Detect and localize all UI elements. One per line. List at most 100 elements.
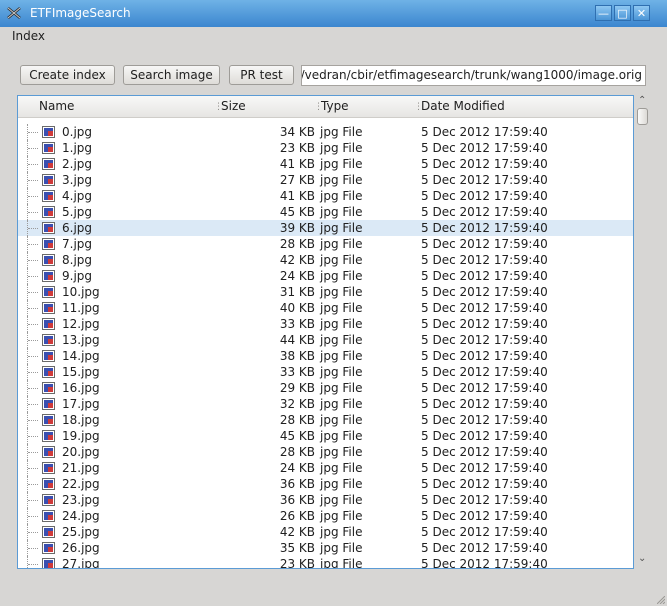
table-row[interactable]: 1.jpg 23 KB jpg File 5 Dec 2012 17:59:40 [18,140,633,156]
table-row[interactable]: 24.jpg 26 KB jpg File 5 Dec 2012 17:59:40 [18,508,633,524]
table-row[interactable]: 8.jpg 42 KB jpg File 5 Dec 2012 17:59:40 [18,252,633,268]
close-button[interactable]: ✕ [633,5,650,21]
table-row[interactable]: 26.jpg 35 KB jpg File 5 Dec 2012 17:59:40 [18,540,633,556]
cell-size: 28 KB [279,413,315,427]
image-file-icon [42,318,55,330]
cell-size: 41 KB [279,189,315,203]
table-row[interactable]: 27.jpg 23 KB jpg File 5 Dec 2012 17:59:40 [18,556,633,569]
cell-type: jpg File [320,269,363,283]
cell-type: jpg File [320,349,363,363]
cell-size: 36 KB [279,477,315,491]
cell-date-modified: 5 Dec 2012 17:59:40 [421,509,548,523]
image-file-icon [42,254,55,266]
cell-name: 9.jpg [62,269,93,283]
tree-branch-icon [27,508,39,524]
etf-tools-icon [7,7,21,19]
image-file-icon [42,542,55,554]
minimize-button[interactable]: — [595,5,612,21]
tree-branch-icon [27,524,39,540]
cell-date-modified: 5 Dec 2012 17:59:40 [421,365,548,379]
pr-test-button[interactable]: PR test [229,65,294,85]
tree-branch-icon [27,236,39,252]
title-bar[interactable]: ETFImageSearch — □ ✕ [0,0,667,27]
vertical-scrollbar[interactable]: ⌃ ⌄ [635,95,651,569]
table-row[interactable]: 17.jpg 32 KB jpg File 5 Dec 2012 17:59:40 [18,396,633,412]
cell-type: jpg File [320,525,363,539]
table-row[interactable]: 10.jpg 31 KB jpg File 5 Dec 2012 17:59:40 [18,284,633,300]
cell-size: 32 KB [279,397,315,411]
column-header-date[interactable]: Date Modified [421,99,505,113]
image-file-icon [42,398,55,410]
cell-type: jpg File [320,205,363,219]
table-row[interactable]: 18.jpg 28 KB jpg File 5 Dec 2012 17:59:40 [18,412,633,428]
create-index-button[interactable]: Create index [20,65,115,85]
cell-type: jpg File [320,477,363,491]
cell-name: 19.jpg [62,429,100,443]
cell-date-modified: 5 Dec 2012 17:59:40 [421,461,548,475]
table-row[interactable]: 23.jpg 36 KB jpg File 5 Dec 2012 17:59:40 [18,492,633,508]
cell-date-modified: 5 Dec 2012 17:59:40 [421,157,548,171]
scroll-down-icon[interactable]: ⌄ [638,553,646,564]
file-list-view[interactable]: Name ⋮ Size ⋮ Type ⋮ Date Modified 0.jpg… [17,95,634,569]
table-row[interactable]: 21.jpg 24 KB jpg File 5 Dec 2012 17:59:40 [18,460,633,476]
table-row[interactable]: 0.jpg 34 KB jpg File 5 Dec 2012 17:59:40 [18,124,633,140]
cell-type: jpg File [320,429,363,443]
cell-size: 42 KB [279,253,315,267]
scroll-up-icon[interactable]: ⌃ [638,95,646,106]
cell-name: 12.jpg [62,317,100,331]
maximize-button[interactable]: □ [614,5,631,21]
column-header-name[interactable]: Name [39,99,74,113]
cell-name: 8.jpg [62,253,93,267]
tree-branch-icon [27,412,39,428]
table-row[interactable]: 7.jpg 28 KB jpg File 5 Dec 2012 17:59:40 [18,236,633,252]
image-file-icon [42,142,55,154]
cell-size: 40 KB [279,301,315,315]
table-row[interactable]: 14.jpg 38 KB jpg File 5 Dec 2012 17:59:40 [18,348,633,364]
table-row[interactable]: 19.jpg 45 KB jpg File 5 Dec 2012 17:59:40 [18,428,633,444]
path-field[interactable]: /home/vedran/cbir/etfimagesearch/trunk/w… [301,65,646,86]
scroll-thumb[interactable] [637,108,648,125]
cell-size: 42 KB [279,525,315,539]
cell-date-modified: 5 Dec 2012 17:59:40 [421,237,548,251]
table-row[interactable]: 22.jpg 36 KB jpg File 5 Dec 2012 17:59:40 [18,476,633,492]
table-row[interactable]: 20.jpg 28 KB jpg File 5 Dec 2012 17:59:40 [18,444,633,460]
table-row[interactable]: 6.jpg 39 KB jpg File 5 Dec 2012 17:59:40 [18,220,633,236]
menu-bar: Index [0,27,667,47]
table-row[interactable]: 9.jpg 24 KB jpg File 5 Dec 2012 17:59:40 [18,268,633,284]
search-image-button[interactable]: Search image [123,65,220,85]
tree-branch-icon [27,156,39,172]
tree-branch-icon [27,364,39,380]
table-row[interactable]: 4.jpg 41 KB jpg File 5 Dec 2012 17:59:40 [18,188,633,204]
cell-name: 2.jpg [62,157,93,171]
tree-branch-icon [27,428,39,444]
table-row[interactable]: 11.jpg 40 KB jpg File 5 Dec 2012 17:59:40 [18,300,633,316]
table-row[interactable]: 13.jpg 44 KB jpg File 5 Dec 2012 17:59:40 [18,332,633,348]
table-row[interactable]: 12.jpg 33 KB jpg File 5 Dec 2012 17:59:40 [18,316,633,332]
cell-type: jpg File [320,317,363,331]
column-header-size[interactable]: Size [221,99,246,113]
cell-size: 24 KB [279,461,315,475]
cell-type: jpg File [320,237,363,251]
cell-name: 7.jpg [62,237,93,251]
tree-branch-icon [27,284,39,300]
table-row[interactable]: 5.jpg 45 KB jpg File 5 Dec 2012 17:59:40 [18,204,633,220]
image-file-icon [42,222,55,234]
cell-name: 20.jpg [62,445,100,459]
cell-date-modified: 5 Dec 2012 17:59:40 [421,285,548,299]
image-file-icon [42,238,55,250]
table-row[interactable]: 2.jpg 41 KB jpg File 5 Dec 2012 17:59:40 [18,156,633,172]
path-value: /home/vedran/cbir/etfimagesearch/trunk/w… [301,68,642,82]
cell-name: 10.jpg [62,285,100,299]
image-file-icon [42,558,55,568]
table-row[interactable]: 25.jpg 42 KB jpg File 5 Dec 2012 17:59:40 [18,524,633,540]
cell-type: jpg File [320,381,363,395]
column-header-type[interactable]: Type [321,99,349,113]
menu-index[interactable]: Index [12,29,45,43]
table-row[interactable]: 3.jpg 27 KB jpg File 5 Dec 2012 17:59:40 [18,172,633,188]
image-file-icon [42,270,55,282]
cell-date-modified: 5 Dec 2012 17:59:40 [421,557,548,569]
tree-branch-icon [27,380,39,396]
resize-grip-icon[interactable] [657,596,665,604]
table-row[interactable]: 16.jpg 29 KB jpg File 5 Dec 2012 17:59:40 [18,380,633,396]
table-row[interactable]: 15.jpg 33 KB jpg File 5 Dec 2012 17:59:40 [18,364,633,380]
